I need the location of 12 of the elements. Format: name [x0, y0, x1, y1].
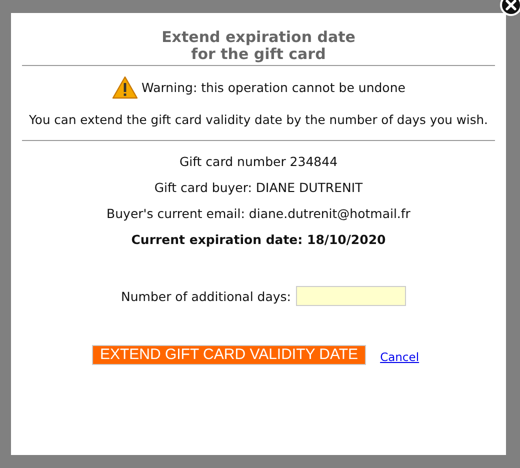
- days-label: Number of additional days:: [121, 288, 291, 304]
- cancel-link[interactable]: Cancel: [380, 350, 420, 364]
- detail-text: Buyer's current email: diane.dutrenit@hotmail.fr: [106, 206, 410, 221]
- warning-text: Warning: this operation cannot be undone: [142, 80, 406, 95]
- intro-text: You can extend the gift card validity date by the number of days you wish.: [28, 113, 489, 127]
- detail-text: Gift card number 234844: [179, 154, 338, 169]
- days-input[interactable]: [296, 286, 406, 306]
- warning-icon: [112, 76, 138, 99]
- dialog-title: Extend expiration date: [160, 29, 356, 46]
- detail-text: Gift card buyer: DIANE DUTRENIT: [154, 180, 363, 195]
- expiration-date-text: Current expiration date: 18/10/2020: [131, 232, 386, 247]
- dialog-title: for the gift card: [190, 46, 327, 63]
